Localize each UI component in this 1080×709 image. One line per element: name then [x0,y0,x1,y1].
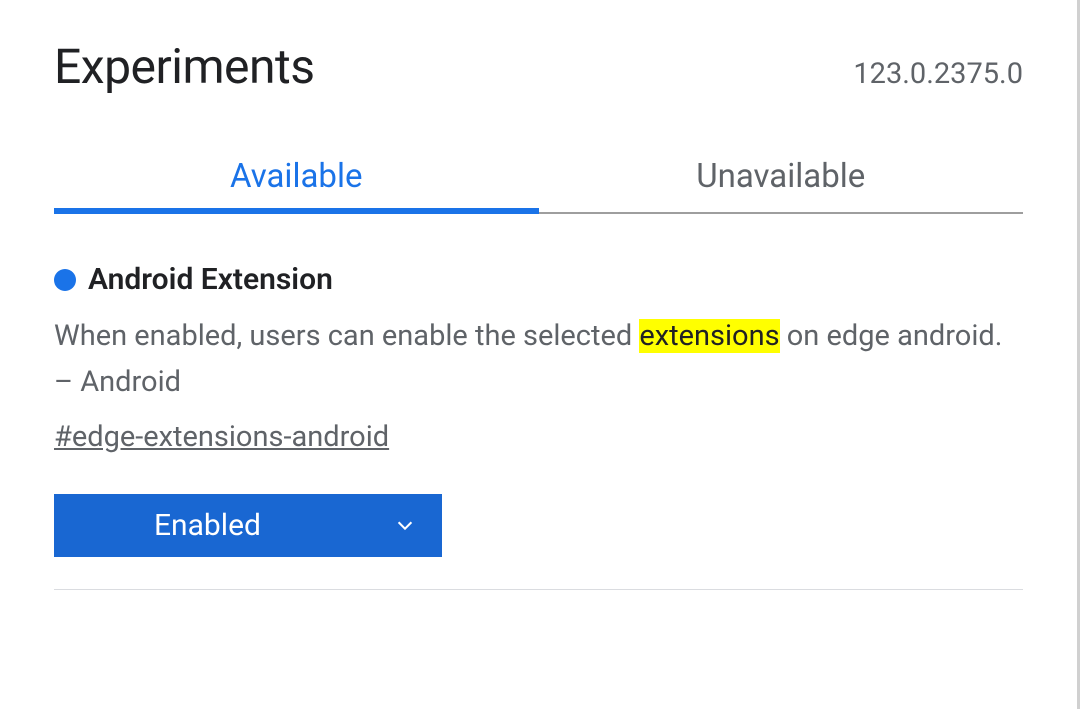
experiment-description: When enabled, users can enable the selec… [54,313,1023,406]
chevron-down-icon [394,514,416,536]
experiments-page: Experiments 123.0.2375.0 Available Unava… [0,0,1080,709]
tab-unavailable[interactable]: Unavailable [539,157,1024,214]
version-text: 123.0.2375.0 [853,57,1023,91]
dropdown-selected-label: Enabled [154,508,334,543]
status-dot-icon [54,269,76,291]
experiment-anchor-link[interactable]: #edge-extensions-android [54,420,389,454]
experiment-item: Android Extension When enabled, users ca… [54,262,1023,590]
experiment-title-row: Android Extension [54,262,1023,297]
desc-highlight: extensions [639,319,779,353]
experiment-title: Android Extension [88,262,333,297]
tab-bar: Available Unavailable [54,157,1023,214]
state-dropdown[interactable]: Enabled [54,494,442,557]
header-row: Experiments 123.0.2375.0 [54,38,1023,95]
desc-prefix: When enabled, users can enable the selec… [54,319,639,353]
tab-available[interactable]: Available [54,157,539,214]
page-title: Experiments [54,38,314,95]
